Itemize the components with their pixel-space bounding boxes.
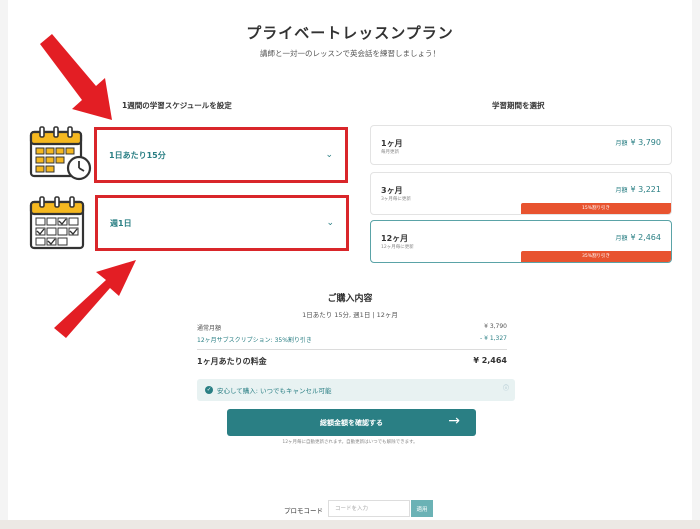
safe-purchase-notice: ✓ 安心して購入: いつでもキャンセル可能 ⓘ [197,379,515,401]
plan-price: 月額 ¥ 2,464 [615,233,661,242]
plan-price-value: ¥ 3,221 [630,185,661,194]
discount-value: - ¥ 1,327 [480,335,507,342]
minutes-per-day-dropdown[interactable]: 1日あたり15分 ⌄ [94,127,348,183]
days-per-week-dropdown[interactable]: 週1日 ⌄ [95,195,349,251]
discount-badge: 15%割り引き [521,203,671,214]
plan-price-value: ¥ 3,790 [630,138,661,147]
confirm-total-button[interactable]: 総額金額を確認する → [227,409,476,436]
plan-price: 月額 ¥ 3,221 [615,185,661,194]
plan-renewal-note: 3ヶ月毎に更新 [381,197,411,202]
monthly-total-row: 1ヶ月あたりの料金 ¥ 2,464 [197,356,507,367]
bottom-strip [0,520,700,529]
calendar-check-icon [29,196,85,250]
discount-row: 12ヶ月サブスクリプション: 35%割り引き - ¥ 1,327 [197,335,507,344]
summary-divider [197,349,507,350]
monthly-total-value: ¥ 2,464 [473,356,507,365]
plan-renewal-note: 12ヶ月毎に更新 [381,245,414,250]
discount-badge: 35%割り引き [521,251,671,262]
period-section-label: 学習期間を選択 [492,101,545,110]
days-per-week-value: 週1日 [110,218,132,228]
confirm-total-label: 総額金額を確認する [320,418,383,427]
promo-code-label: プロモコード [284,507,323,515]
auto-renew-note: 12ヶ月毎に自動更新されます。自動更新はいつでも解除できます。 [282,440,418,445]
minutes-per-day-value: 1日あたり15分 [109,150,166,160]
promo-code-input[interactable] [328,500,410,517]
annotation-arrow-down-icon [40,34,112,120]
plan-price-label: 月額 [615,187,628,194]
safe-purchase-text: 安心して購入: いつでもキャンセル可能 [217,387,332,395]
chevron-down-icon: ⌄ [325,150,333,160]
monthly-total-label: 1ヶ月あたりの料金 [197,357,267,366]
calendar-clock-icon [29,126,92,181]
plan-name: 3ヶ月 [381,186,403,195]
plan-option-1-month[interactable]: 1ヶ月 毎月更新 月額 ¥ 3,790 [370,125,672,165]
plan-name: 1ヶ月 [381,139,403,148]
plan-option-12-months[interactable]: 12ヶ月 12ヶ月毎に更新 月額 ¥ 2,464 35%割り引き [370,220,672,263]
arrow-right-icon: → [448,413,460,429]
plan-price-label: 月額 [615,235,628,242]
plan-price-label: 月額 [615,140,628,147]
apply-promo-button[interactable]: 適用 [411,500,433,517]
regular-price-label: 通常月額 [197,325,222,332]
plan-price-value: ¥ 2,464 [630,233,661,242]
summary-title: ご購入内容 [327,294,373,304]
summary-subtitle: 1日あたり 15分, 週1日 | 12ヶ月 [302,311,398,319]
plan-name: 12ヶ月 [381,234,409,243]
plan-price: 月額 ¥ 3,790 [615,138,661,147]
discount-label: 12ヶ月サブスクリプション: 35%割り引き [197,337,312,344]
info-icon[interactable]: ⓘ [503,383,509,392]
regular-price-row: 通常月額 ¥ 3,790 [197,323,507,332]
chevron-down-icon: ⌄ [326,218,334,228]
checkmark-icon: ✓ [205,386,213,394]
plan-option-3-months[interactable]: 3ヶ月 3ヶ月毎に更新 月額 ¥ 3,221 15%割り引き [370,172,672,215]
plan-renewal-note: 毎月更新 [381,150,399,155]
schedule-section-label: 1週間の学習スケジュールを設定 [122,101,232,110]
page: プライベートレッスンプラン 講師と一対一のレッスンで英会話を練習しましょう！ 1… [8,0,692,520]
regular-price-value: ¥ 3,790 [484,323,507,330]
